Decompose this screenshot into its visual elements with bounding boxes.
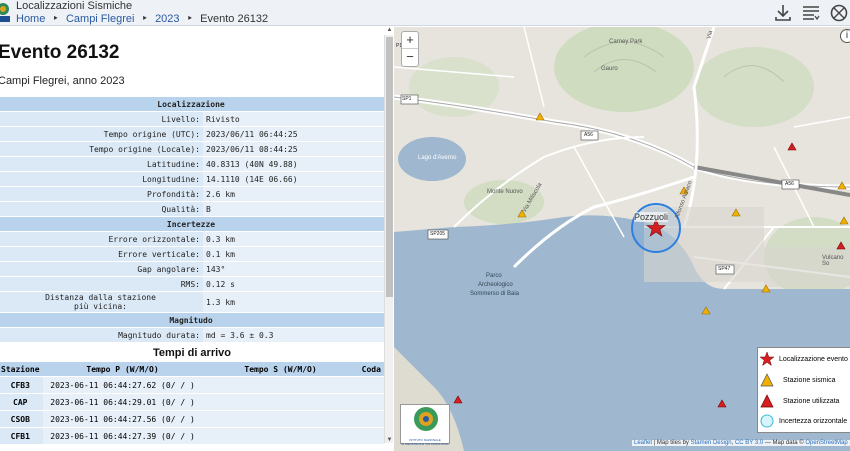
- place-label: Archeologico: [478, 282, 513, 288]
- event-details-panel: Evento 26132 Campi Flegrei, anno 2023 Lo…: [0, 27, 393, 451]
- place-label: Monte Nuovo: [487, 189, 523, 195]
- section-header-localizzazione: Localizzazione: [0, 97, 384, 111]
- info-icon[interactable]: i: [840, 29, 850, 43]
- scroll-down-arrow-icon[interactable]: ▼: [385, 437, 393, 445]
- breadcrumb-separator: ‣: [186, 13, 194, 25]
- event-info-table: Localizzazione Livello: Rivisto Tempo ori…: [0, 96, 384, 343]
- legend-item: Stazione sismica: [760, 373, 836, 387]
- ingv-logo: ISTITUTO NAZIONALE DI GEOFISICA E VULCAN…: [400, 404, 450, 446]
- red-triangle-icon: [760, 394, 774, 408]
- city-label: Pozzuoli: [634, 212, 669, 222]
- zoom-out-button[interactable]: −: [402, 49, 418, 66]
- table-row: RMS: 0.12 s: [0, 277, 384, 291]
- table-row: CFB1 2023-06-11 06:44:27.39 (0/ / ): [0, 428, 384, 444]
- scroll-up-arrow-icon[interactable]: ▲: [385, 27, 393, 35]
- road-label: A56: [584, 132, 593, 138]
- table-row: Tempo origine (Locale): 2023/06/11 08:44:…: [0, 142, 384, 156]
- download-icon[interactable]: [772, 3, 794, 23]
- section-header-incertezze: Incertezze: [0, 217, 384, 231]
- circle-icon: [760, 414, 774, 428]
- place-label: Sommerso di Baia: [470, 291, 520, 297]
- table-row: Profondità: 2.6 km: [0, 187, 384, 201]
- table-row: Distanza dalla stazione più vicina: 1.3 km: [0, 292, 384, 312]
- page-title: Evento 26132: [0, 42, 120, 63]
- section-header-magnitudo: Magnitudo: [0, 313, 384, 327]
- place-label: Lago d'Averno: [418, 155, 457, 161]
- breadcrumb-separator: ‣: [52, 13, 59, 25]
- toolbar: [772, 2, 850, 24]
- map-legend: Localizzazione evento Stazione sismica S…: [757, 347, 850, 433]
- breadcrumb-event: Evento 26132: [200, 13, 269, 25]
- map-attribution: Leaflet | Map tiles by Stamen Design, CC…: [632, 440, 850, 446]
- app-title: Localizzazioni Sismiche: [16, 0, 133, 12]
- ingv-logo-text: DI GEOFISICA E VULCANOLOGIA: [401, 442, 449, 446]
- zoom-in-button[interactable]: +: [402, 32, 418, 49]
- place-label: Gauro: [601, 66, 618, 72]
- table-row: Magnitudo durata: md = 3.6 ± 0.3: [0, 328, 384, 342]
- globe-icon: [414, 407, 438, 431]
- legend-item: Stazione utilizzata: [760, 394, 839, 408]
- table-row: Qualità: B: [0, 202, 384, 216]
- breadcrumb-area[interactable]: Campi Flegrei: [66, 13, 134, 25]
- stamen-link[interactable]: Stamen Design: [691, 440, 732, 446]
- top-bar: Localizzazioni Sismiche Home ‣ Campi Fle…: [0, 0, 850, 26]
- breadcrumb-year[interactable]: 2023: [155, 13, 179, 25]
- ccby-link[interactable]: CC BY 3.0: [735, 440, 763, 446]
- scrollbar-thumb[interactable]: [386, 37, 393, 297]
- column-header: Tempo P (W/M/O): [42, 362, 203, 376]
- ingv-logo-icon: [0, 3, 10, 22]
- breadcrumb-separator: ‣: [141, 13, 149, 25]
- road-label: SP1: [402, 96, 412, 102]
- disable-icon[interactable]: [828, 3, 850, 23]
- breadcrumb: Home ‣ Campi Flegrei ‣ 2023 ‣ Evento 261…: [16, 12, 272, 25]
- table-row: Errore orizzontale: 0.3 km: [0, 232, 384, 246]
- event-map[interactable]: SP1 P1 SP205 A56 A56 SP47 Carney Park Ga…: [394, 27, 850, 451]
- place-label: Parco: [486, 273, 502, 279]
- osm-link[interactable]: OpenStreetMap: [805, 440, 847, 446]
- table-row: CSOB 2023-06-11 06:44:27.56 (0/ / ): [0, 411, 384, 427]
- table-row: Longitudine: 14.1110 (14E 06.66): [0, 172, 384, 186]
- star-icon: [760, 352, 774, 366]
- vertical-scrollbar[interactable]: ▲ ▼: [384, 27, 393, 445]
- table-row: CFB3 2023-06-11 06:44:27.62 (0/ / ): [0, 377, 384, 393]
- place-label: Vulcano So: [822, 255, 844, 267]
- arrival-times-title: Tempi di arrivo: [152, 347, 232, 359]
- table-row: CAP 2023-06-11 06:44:29.01 (0/ / ): [0, 394, 384, 410]
- legend-item: Incertezza orizzontale: [760, 414, 847, 428]
- yellow-triangle-icon: [760, 373, 774, 387]
- zoom-control: + −: [401, 31, 419, 67]
- road-label: SP205: [430, 231, 446, 237]
- road-label: SP47: [718, 266, 731, 272]
- road-label: A56: [785, 181, 794, 187]
- column-header: Tempo S (W/M/O): [202, 362, 359, 376]
- table-row: Livello: Rivisto: [0, 112, 384, 126]
- arrival-times-table: Stazione Tempo P (W/M/O) Tempo S (W/M/O)…: [0, 361, 384, 445]
- table-row: Gap angolare: 143°: [0, 262, 384, 276]
- table-row: Tempo origine (UTC): 2023/06/11 06:44:25: [0, 127, 384, 141]
- column-header: Coda: [358, 362, 384, 376]
- place-label: Carney Park: [609, 39, 643, 45]
- leaflet-link[interactable]: Leaflet: [634, 440, 652, 446]
- event-subtitle: Campi Flegrei, anno 2023: [0, 75, 125, 87]
- column-header: Stazione: [0, 362, 43, 376]
- breadcrumb-home[interactable]: Home: [16, 13, 45, 25]
- legend-item: Localizzazione evento: [760, 352, 848, 366]
- menu-list-icon[interactable]: [800, 3, 822, 23]
- table-row: Errore verticale: 0.1 km: [0, 247, 384, 261]
- table-row: Latitudine: 40.8313 (40N 49.88): [0, 157, 384, 171]
